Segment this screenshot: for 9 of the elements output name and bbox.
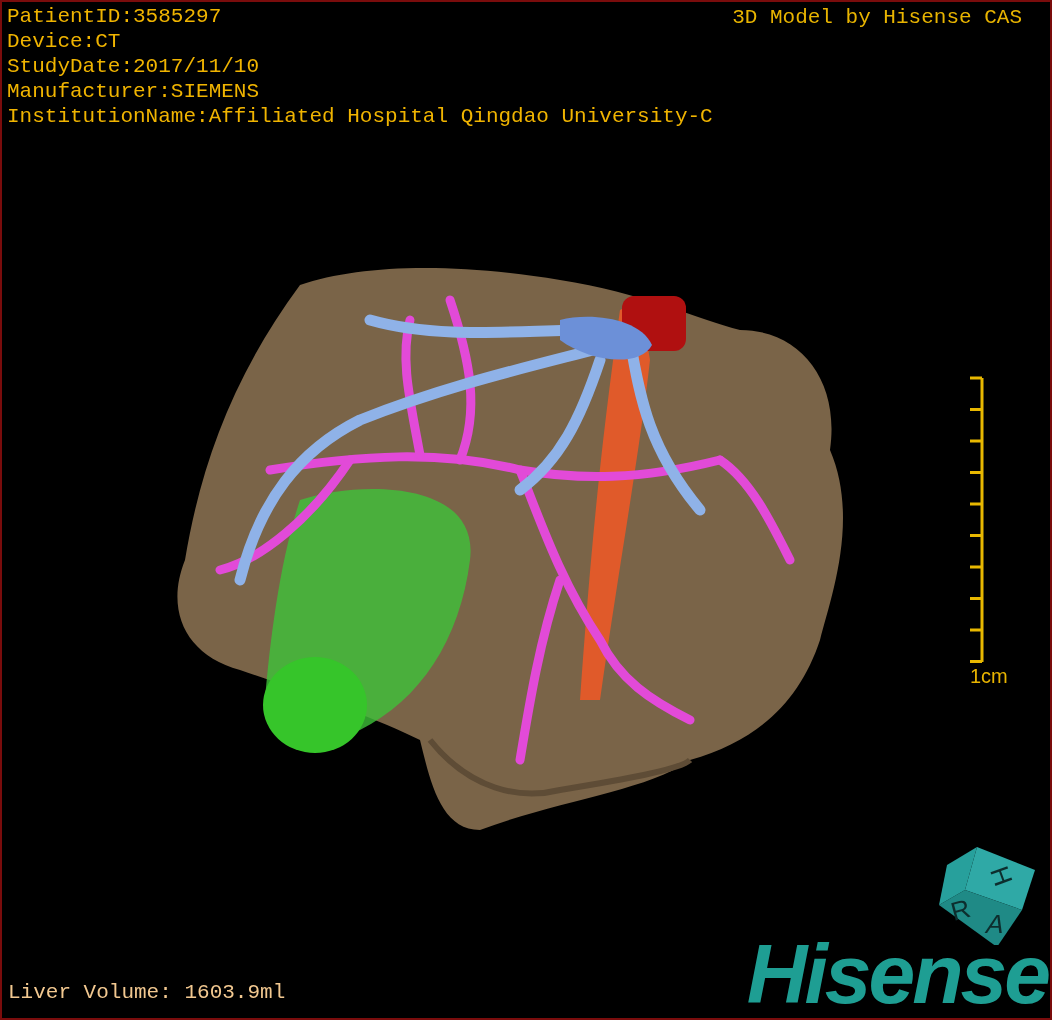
study-info-text: Manufacturer:SIEMENS bbox=[7, 79, 260, 104]
orientation-cube[interactable]: H R A bbox=[937, 845, 1037, 947]
scale-label: 1cm bbox=[970, 665, 1008, 688]
credit-text: 3D Model by Hisense CAS bbox=[732, 6, 1022, 29]
study-info-text: Device:CT bbox=[7, 29, 121, 54]
study-info-text: PatientID:3585297 bbox=[7, 4, 222, 29]
study-info-text: StudyDate:2017/11/10 bbox=[7, 54, 260, 79]
study-info-text: InstitutionName:Affiliated Hospital Qingdao University-C bbox=[7, 104, 713, 129]
volume-text: Liver Volume: 1603.9ml bbox=[8, 981, 286, 1004]
